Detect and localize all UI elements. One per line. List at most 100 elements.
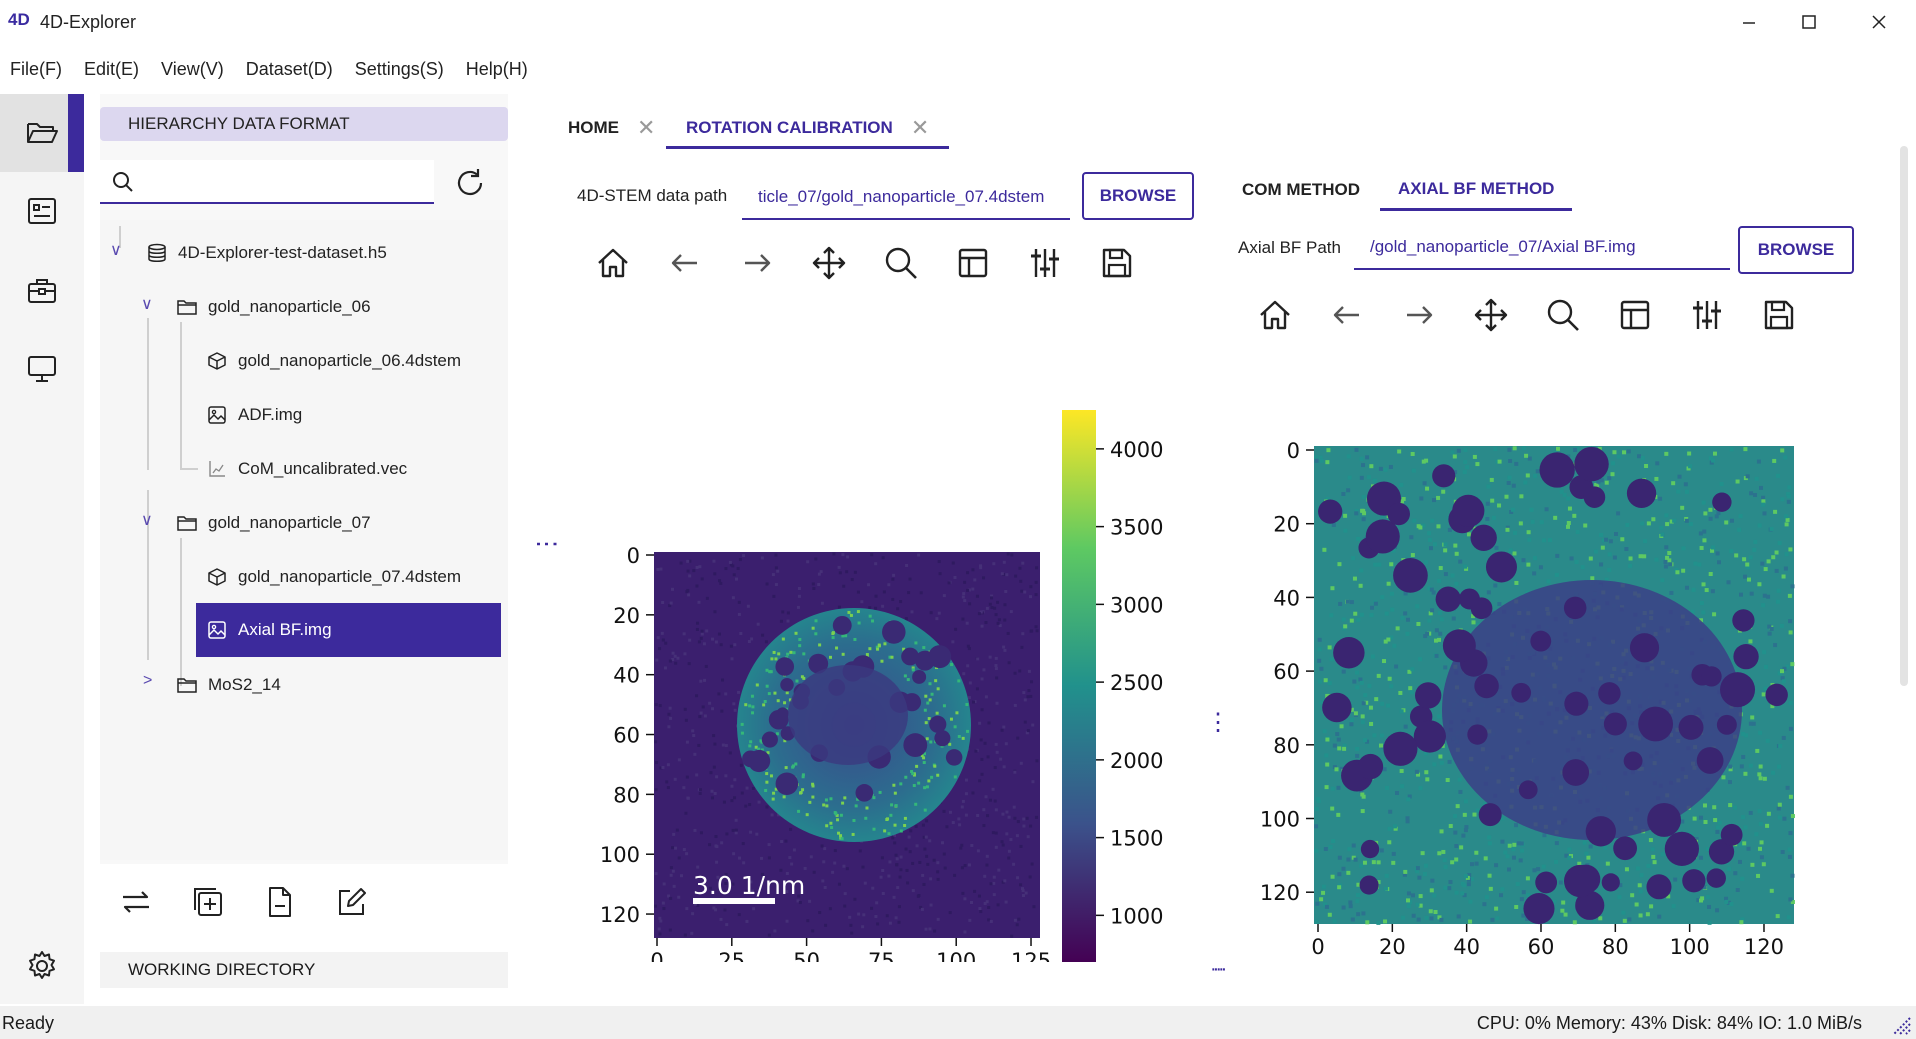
nav-toolbox-button[interactable]: [0, 252, 84, 330]
bright-speck: [783, 701, 787, 705]
noise-pixel: [1419, 496, 1424, 501]
tree-item-gold06[interactable]: gold_nanoparticle_06: [176, 280, 371, 334]
zoom-tool-button[interactable]: [881, 243, 921, 283]
menu-file[interactable]: File(F): [0, 59, 74, 80]
rename-button[interactable]: [330, 880, 374, 924]
menu-edit[interactable]: Edit(E): [74, 59, 151, 80]
chevron-down-icon[interactable]: ∨: [141, 510, 153, 530]
back-tool-button[interactable]: [665, 243, 705, 283]
new-file-button[interactable]: [258, 880, 302, 924]
minimize-window-button[interactable]: [1724, 6, 1774, 38]
close-icon[interactable]: ✕: [637, 115, 655, 141]
axial-bf-path-field[interactable]: /gold_nanoparticle_07/Axial BF.img: [1354, 226, 1730, 270]
noise-pixel: [1646, 521, 1651, 526]
subplots-tool-button[interactable]: [1615, 295, 1655, 335]
tab-home[interactable]: HOME ✕: [568, 110, 655, 146]
noise-speck: [976, 814, 980, 818]
noise-speck: [1034, 625, 1038, 629]
close-icon[interactable]: ✕: [911, 115, 929, 141]
chevron-down-icon[interactable]: ∨: [110, 240, 122, 260]
noise-pixel: [1443, 548, 1448, 553]
subtab-com-method[interactable]: COM METHOD: [1242, 180, 1360, 200]
subtab-axial-bf-method[interactable]: AXIAL BF METHOD: [1380, 170, 1573, 211]
rotation-figure-left[interactable]: 3.0 1/nm 020406080100120 0 25 50 75 100 125: [580, 400, 1100, 962]
browse-button[interactable]: BROWSE: [1082, 172, 1194, 220]
noise-speck: [757, 800, 761, 804]
tree-item-adf[interactable]: ADF.img: [206, 388, 302, 442]
x-tick-label: 0: [650, 949, 663, 962]
home-tool-button[interactable]: [593, 243, 633, 283]
particle-dark: [1733, 643, 1759, 670]
search-input[interactable]: [100, 160, 434, 204]
tree-item-mos2[interactable]: MoS2_14: [176, 658, 281, 712]
home-tool-button[interactable]: [1255, 295, 1295, 335]
menu-dataset[interactable]: Dataset(D): [236, 59, 345, 80]
configure-tool-button[interactable]: [1025, 243, 1065, 283]
tree-item-gold06-4dstem[interactable]: gold_nanoparticle_06.4dstem: [206, 334, 461, 388]
splitter-handle-horizontal[interactable]: ·····: [1210, 958, 1227, 981]
noise-speck: [733, 778, 737, 782]
subplots-tool-button[interactable]: [953, 243, 993, 283]
noise-speck: [891, 597, 895, 601]
maximize-window-button[interactable]: [1784, 6, 1834, 38]
menu-view[interactable]: View(V): [151, 59, 236, 80]
monitor-icon: [28, 356, 56, 382]
data-path-field[interactable]: ticle_07/gold_nanoparticle_07.4dstem: [742, 176, 1070, 220]
noise-pixel: [1710, 589, 1715, 594]
add-dataset-button[interactable]: [186, 880, 230, 924]
tree-item-dataset[interactable]: 4D-Explorer-test-dataset.h5: [146, 226, 387, 280]
vertical-scrollbar[interactable]: [1900, 146, 1908, 686]
noise-pixel: [1745, 474, 1750, 479]
pan-tool-button[interactable]: [809, 243, 849, 283]
tree-item-gold07-4dstem[interactable]: gold_nanoparticle_07.4dstem: [206, 550, 461, 604]
splitter-handle[interactable]: ⋮: [532, 532, 560, 552]
noise-speck: [719, 581, 723, 585]
swap-button[interactable]: [114, 880, 158, 924]
system-stats: CPU: 0% Memory: 43% Disk: 84% IO: 1.0 Mi…: [1476, 1013, 1862, 1033]
forward-tool-button[interactable]: [737, 243, 777, 283]
tree-item-com[interactable]: CoM_uncalibrated.vec: [206, 442, 407, 496]
menu-help[interactable]: Help(H): [456, 59, 540, 80]
axial-bf-figure[interactable]: 020406080100120 0 20 40 60 80 100 120: [1240, 430, 1810, 970]
nav-tasks-button[interactable]: [0, 172, 84, 250]
noise-pixel: [1508, 459, 1513, 464]
pan-tool-button[interactable]: [1471, 295, 1511, 335]
save-tool-button[interactable]: [1097, 243, 1137, 283]
working-directory-header[interactable]: WORKING DIRECTORY: [100, 952, 508, 988]
chevron-right-icon[interactable]: >: [143, 672, 152, 690]
tree-item-axialbf-selected[interactable]: Axial BF.img: [196, 603, 501, 657]
save-tool-button[interactable]: [1759, 295, 1799, 335]
noise-pixel: [1518, 858, 1523, 863]
browse-button-right[interactable]: BROWSE: [1738, 226, 1854, 274]
refresh-button[interactable]: [450, 163, 490, 203]
chevron-down-icon[interactable]: ∨: [141, 294, 153, 314]
noise-speck: [856, 590, 860, 594]
bright-speck: [935, 711, 939, 715]
noise-speck: [987, 918, 991, 922]
noise-speck: [823, 885, 827, 889]
noise-speck: [894, 916, 898, 920]
noise-pixel: [1327, 912, 1332, 917]
particle-dark: [1535, 871, 1558, 894]
noise-pixel: [1418, 786, 1423, 791]
settings-button[interactable]: [18, 942, 66, 990]
back-tool-button[interactable]: [1327, 295, 1367, 335]
noise-speck: [971, 568, 975, 572]
nav-display-button[interactable]: [0, 330, 84, 408]
zoom-tool-button[interactable]: [1543, 295, 1583, 335]
splitter-handle-vertical[interactable]: ⋮: [1206, 708, 1230, 737]
tab-rotation-calibration[interactable]: ROTATION CALIBRATION ✕: [666, 110, 950, 149]
configure-tool-button[interactable]: [1687, 295, 1727, 335]
noise-speck: [760, 856, 764, 860]
close-window-button[interactable]: [1854, 6, 1904, 38]
bright-speck: [925, 785, 929, 789]
tree-item-gold07[interactable]: gold_nanoparticle_07: [176, 496, 371, 550]
menu-settings[interactable]: Settings(S): [345, 59, 456, 80]
noise-speck: [1025, 816, 1029, 820]
noise-speck: [657, 927, 661, 931]
noise-pixel: [1389, 591, 1394, 596]
image-icon: [206, 404, 228, 426]
resize-grip-icon[interactable]: [1890, 1014, 1912, 1036]
forward-tool-button[interactable]: [1399, 295, 1439, 335]
bright-speck: [936, 687, 940, 691]
